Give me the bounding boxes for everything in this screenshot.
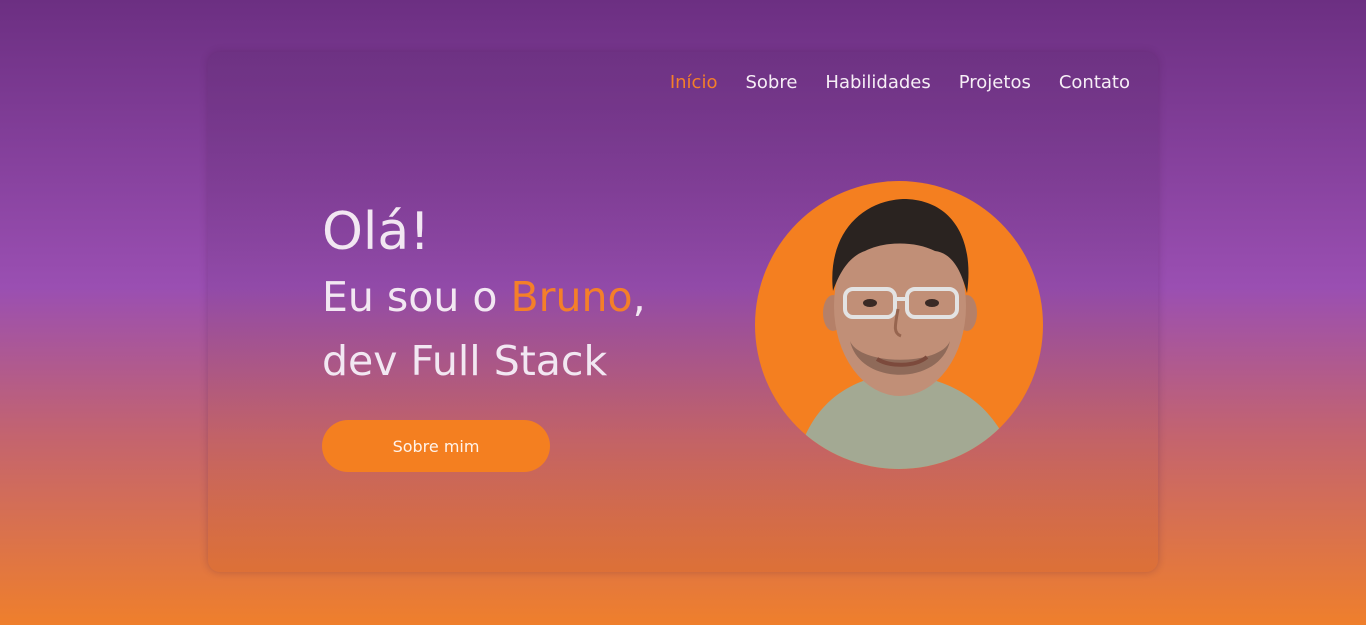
intro-line: Eu sou o Bruno,: [322, 266, 646, 328]
intro-prefix: Eu sou o: [322, 273, 511, 321]
nav-item-sobre[interactable]: Sobre: [745, 72, 797, 93]
nav-item-habilidades[interactable]: Habilidades: [825, 72, 930, 93]
nav-item-contato[interactable]: Contato: [1059, 72, 1130, 93]
role-line: dev Full Stack: [322, 337, 608, 385]
greeting-heading: Olá!: [322, 202, 431, 262]
intro-suffix: ,: [632, 273, 646, 321]
main-nav: Início Sobre Habilidades Projetos Contat…: [670, 72, 1130, 93]
hero-text: Olá! Eu sou o Bruno, dev Full Stack: [322, 200, 646, 392]
nav-item-projetos[interactable]: Projetos: [959, 72, 1031, 93]
name-highlight: Bruno: [510, 273, 633, 321]
profile-avatar: [755, 181, 1043, 469]
nav-item-inicio[interactable]: Início: [670, 72, 718, 93]
person-photo-icon: [795, 199, 1017, 469]
about-me-button[interactable]: Sobre mim: [322, 420, 550, 472]
hero-card: Início Sobre Habilidades Projetos Contat…: [208, 52, 1158, 572]
